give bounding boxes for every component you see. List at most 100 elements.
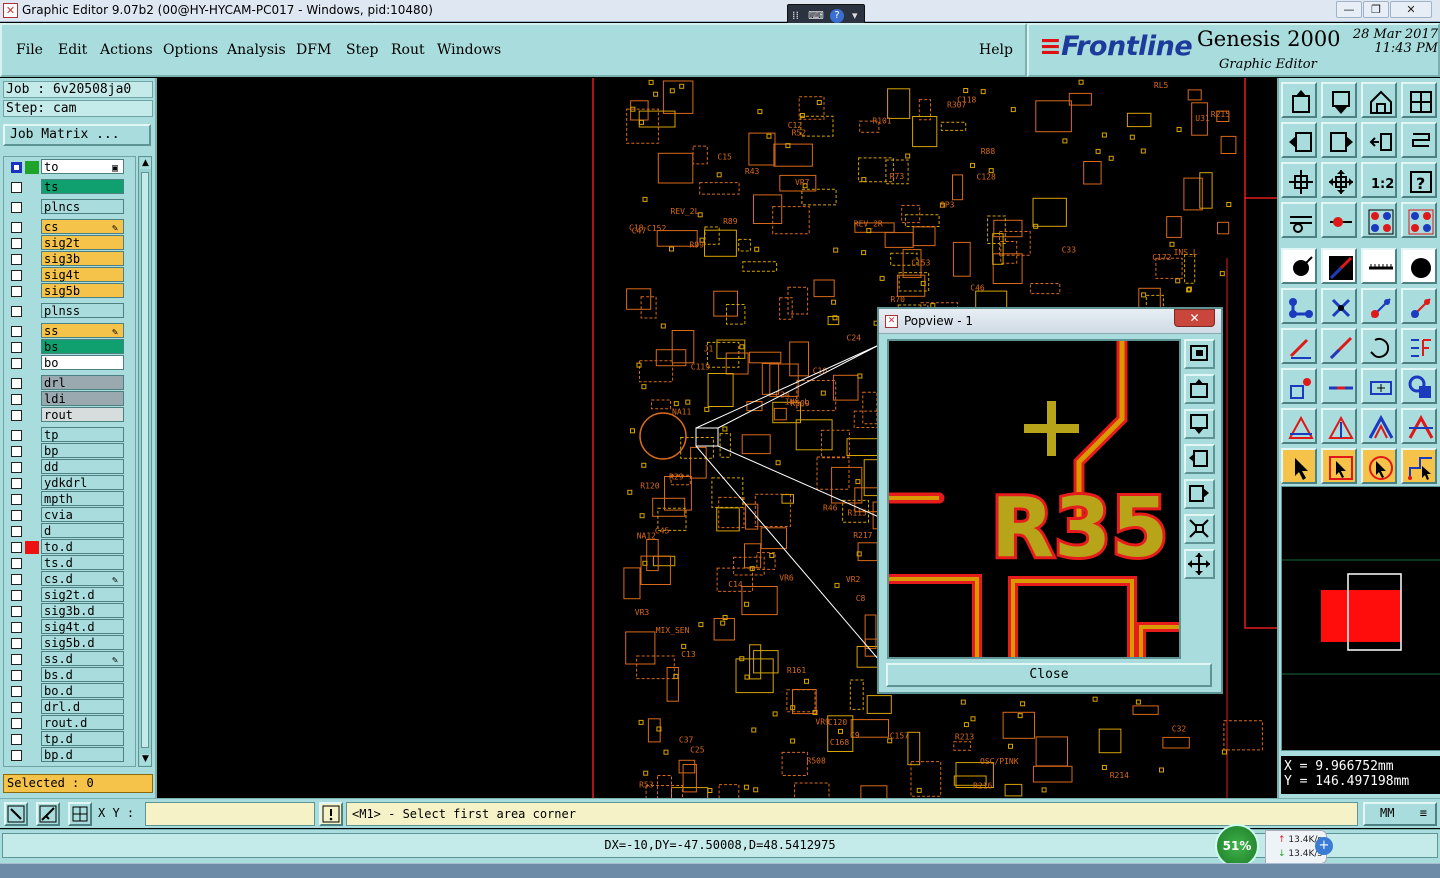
- layer-row-ss[interactable]: ss ✎: [4, 323, 127, 339]
- layer-row-bp-d[interactable]: bp.d: [4, 747, 127, 763]
- scroll-up-icon[interactable]: ▲: [140, 158, 151, 169]
- layer-name[interactable]: sig2t.d: [41, 587, 124, 602]
- popview-zoom-out-button[interactable]: [1184, 514, 1215, 544]
- layer-row-sig4t[interactable]: sig4t: [4, 267, 127, 283]
- add-icon[interactable]: +: [1315, 837, 1333, 855]
- layer-row-bs-d[interactable]: bs.d: [4, 667, 127, 683]
- connect-nodes-button[interactable]: [1281, 288, 1317, 324]
- triangle-d-button[interactable]: [1401, 408, 1437, 444]
- triangle-b-button[interactable]: [1321, 408, 1357, 444]
- layer-checkbox[interactable]: [11, 254, 22, 265]
- h-line-button[interactable]: [1321, 368, 1357, 404]
- menu-rout[interactable]: Rout: [391, 42, 425, 58]
- zoom-center-button[interactable]: [1321, 162, 1357, 198]
- layer-row-ydkdrl[interactable]: ydkdrl: [4, 475, 127, 491]
- pointer-button[interactable]: [1281, 448, 1317, 484]
- restore-button[interactable]: ❐: [1363, 1, 1389, 18]
- popview-fit-button[interactable]: [1184, 549, 1215, 579]
- angle-line-button[interactable]: [1281, 328, 1317, 364]
- layer-checkbox[interactable]: [11, 526, 22, 537]
- layer-row-drl-d[interactable]: drl.d: [4, 699, 127, 715]
- layer-name[interactable]: sig5b.d: [41, 635, 124, 650]
- layer-row-cs[interactable]: cs ✎: [4, 219, 127, 235]
- triangle-a-button[interactable]: [1281, 408, 1317, 444]
- layer-checkbox[interactable]: [11, 606, 22, 617]
- layer-row-ss-d[interactable]: ss.d ✎: [4, 651, 127, 667]
- color-grid-a-button[interactable]: [1361, 202, 1397, 238]
- layer-checkbox[interactable]: [11, 378, 22, 389]
- layer-row-plnss[interactable]: plnss: [4, 303, 127, 319]
- menu-help[interactable]: Help: [979, 42, 1013, 58]
- layer-checkbox[interactable]: [11, 306, 22, 317]
- job-matrix-button[interactable]: Job Matrix ...: [3, 124, 151, 146]
- layer-row-to-d[interactable]: to.d: [4, 539, 127, 555]
- layer-checkbox[interactable]: [11, 462, 22, 473]
- layer-name[interactable]: sig5b: [41, 283, 124, 298]
- layer-checkbox[interactable]: [11, 574, 22, 585]
- popview-pan-down-button[interactable]: [1184, 409, 1215, 439]
- layer-row-d[interactable]: d: [4, 523, 127, 539]
- layer-row-to[interactable]: to ▣: [4, 159, 127, 175]
- scroll-down-icon[interactable]: ▼: [140, 754, 151, 765]
- layer-color-swatch[interactable]: [25, 541, 39, 554]
- layer-row-cs-d[interactable]: cs.d ✎: [4, 571, 127, 587]
- layer-row-bp[interactable]: bp: [4, 443, 127, 459]
- scroll-thumb[interactable]: [141, 172, 149, 748]
- menu-options[interactable]: Options: [163, 42, 218, 58]
- rotate-arc-button[interactable]: [1361, 328, 1397, 364]
- layer-checkbox[interactable]: [11, 394, 22, 405]
- layer-row-bs[interactable]: bs: [4, 339, 127, 355]
- zoom-fit-button[interactable]: [1281, 162, 1317, 198]
- layer-checkbox[interactable]: [11, 622, 22, 633]
- features-ff-button[interactable]: [1401, 328, 1437, 364]
- layer-checkbox[interactable]: [11, 446, 22, 457]
- pad-visible-button[interactable]: [1321, 202, 1357, 238]
- layer-checkbox[interactable]: [11, 654, 22, 665]
- layer-row-sig2t-d[interactable]: sig2t.d: [4, 587, 127, 603]
- menu-analysis[interactable]: Analysis: [227, 42, 286, 58]
- pointer-box-button[interactable]: [1321, 448, 1357, 484]
- diagonal-line-button[interactable]: [1321, 328, 1357, 364]
- minimize-button[interactable]: —: [1336, 1, 1362, 18]
- layer-name[interactable]: d: [41, 523, 124, 538]
- layer-name[interactable]: sig3b: [41, 251, 124, 266]
- layer-checkbox[interactable]: [11, 590, 22, 601]
- popview-pan-right-button[interactable]: [1184, 479, 1215, 509]
- circle-fill-button[interactable]: [1401, 248, 1437, 284]
- popview-close-button[interactable]: Close: [886, 663, 1212, 687]
- popview-pan-up-button[interactable]: [1184, 374, 1215, 404]
- layer-name[interactable]: cs ✎: [41, 219, 124, 234]
- pointer-circle-button[interactable]: [1361, 448, 1397, 484]
- layer-checkbox[interactable]: [11, 478, 22, 489]
- layer-checkbox[interactable]: [11, 270, 22, 281]
- window-down-button[interactable]: [1321, 82, 1357, 118]
- shape-union-button[interactable]: [1401, 368, 1437, 404]
- layer-row-tp-d[interactable]: tp.d: [4, 731, 127, 747]
- layer-name[interactable]: to ▣: [41, 159, 124, 174]
- dropdown-icon[interactable]: ▾: [852, 9, 858, 22]
- triangle-c-button[interactable]: [1361, 408, 1397, 444]
- layer-row-ldi[interactable]: ldi: [4, 391, 127, 407]
- box-pad-button[interactable]: [1281, 368, 1317, 404]
- layer-name[interactable]: bo: [41, 355, 124, 370]
- line-pad-alt-button[interactable]: [1401, 288, 1437, 324]
- layer-list-scrollbar[interactable]: ▲ ▼: [138, 156, 152, 767]
- layer-name[interactable]: bp: [41, 443, 124, 458]
- layer-checkbox[interactable]: [11, 182, 22, 193]
- layer-row-cvia[interactable]: cvia: [4, 507, 127, 523]
- layer-row-dd[interactable]: dd: [4, 459, 127, 475]
- window-up-button[interactable]: [1281, 82, 1317, 118]
- layer-name[interactable]: cvia: [41, 507, 124, 522]
- popview-close-x[interactable]: ✕: [1174, 309, 1215, 327]
- popview-zoom-in-button[interactable]: [1184, 339, 1215, 369]
- layer-checkbox[interactable]: [11, 702, 22, 713]
- help-icon[interactable]: ?: [830, 9, 844, 23]
- hide-layers-button[interactable]: [1281, 202, 1317, 238]
- layer-checkbox[interactable]: [11, 734, 22, 745]
- layer-row-mpth[interactable]: mpth: [4, 491, 127, 507]
- layer-name[interactable]: rout: [41, 407, 124, 422]
- layer-name[interactable]: plnss: [41, 303, 124, 318]
- layer-name[interactable]: sig4t.d: [41, 619, 124, 634]
- layer-checkbox[interactable]: [11, 326, 22, 337]
- layer-checkbox[interactable]: [11, 494, 22, 505]
